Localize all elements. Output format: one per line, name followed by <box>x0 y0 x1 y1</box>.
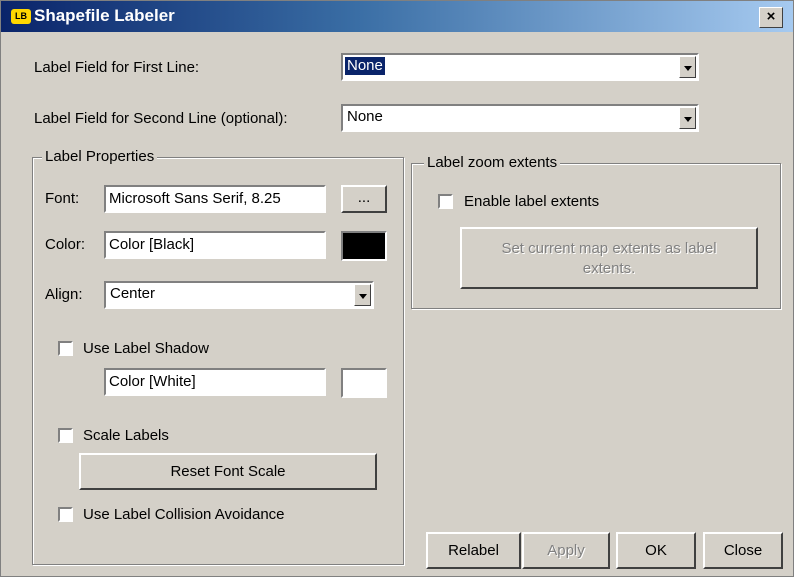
window-title: Shapefile Labeler <box>34 6 175 25</box>
label-zoom-extents-title: Label zoom extents <box>424 154 561 172</box>
chevron-down-icon[interactable] <box>679 107 696 129</box>
first-line-field-select[interactable]: None <box>341 53 699 81</box>
chevron-down-icon[interactable] <box>354 284 371 306</box>
app-icon: LB <box>11 9 31 24</box>
close-window-button[interactable]: × <box>759 7 783 28</box>
font-field[interactable]: Microsoft Sans Serif, 8.25 <box>104 185 326 213</box>
scale-labels-checkbox[interactable] <box>58 428 73 443</box>
shadow-color-field[interactable]: Color [White] <box>104 368 326 396</box>
set-label-extents-button[interactable]: Set current map extents as label extents… <box>460 227 758 289</box>
align-value: Center <box>110 285 156 302</box>
second-line-field-value: None <box>347 108 383 125</box>
use-label-shadow-label[interactable]: Use Label Shadow <box>83 340 209 358</box>
enable-label-extents-checkbox[interactable] <box>438 194 453 209</box>
chevron-down-icon[interactable] <box>679 56 696 78</box>
color-label: Color: <box>45 236 86 253</box>
ok-button[interactable]: OK <box>616 532 696 569</box>
color-field[interactable]: Color [Black] <box>104 231 326 259</box>
align-label: Align: <box>45 286 83 303</box>
label-properties-group <box>32 157 404 565</box>
apply-button[interactable]: Apply <box>522 532 610 569</box>
title-bar[interactable]: LB Shapefile Labeler × <box>1 1 793 32</box>
label-properties-title: Label Properties <box>42 148 158 166</box>
use-label-shadow-checkbox[interactable] <box>58 341 73 356</box>
second-line-field-select[interactable]: None <box>341 104 699 132</box>
color-swatch[interactable] <box>341 231 387 261</box>
align-select[interactable]: Center <box>104 281 374 309</box>
shadow-color-swatch[interactable] <box>341 368 387 398</box>
shapefile-labeler-dialog: LB Shapefile Labeler × Label Field for F… <box>0 0 794 577</box>
collision-avoidance-checkbox[interactable] <box>58 507 73 522</box>
first-line-field-value: None <box>345 57 385 75</box>
collision-avoidance-label[interactable]: Use Label Collision Avoidance <box>83 506 285 524</box>
scale-labels-label[interactable]: Scale Labels <box>83 427 169 445</box>
second-line-field-label: Label Field for Second Line (optional): <box>34 110 288 127</box>
first-line-field-label: Label Field for First Line: <box>34 59 200 76</box>
enable-label-extents-label[interactable]: Enable label extents <box>464 193 599 211</box>
font-label: Font: <box>45 190 80 207</box>
reset-font-scale-button[interactable]: Reset Font Scale <box>79 453 377 490</box>
font-picker-button[interactable]: ... <box>341 185 387 213</box>
relabel-button[interactable]: Relabel <box>426 532 521 569</box>
close-button[interactable]: Close <box>703 532 783 569</box>
